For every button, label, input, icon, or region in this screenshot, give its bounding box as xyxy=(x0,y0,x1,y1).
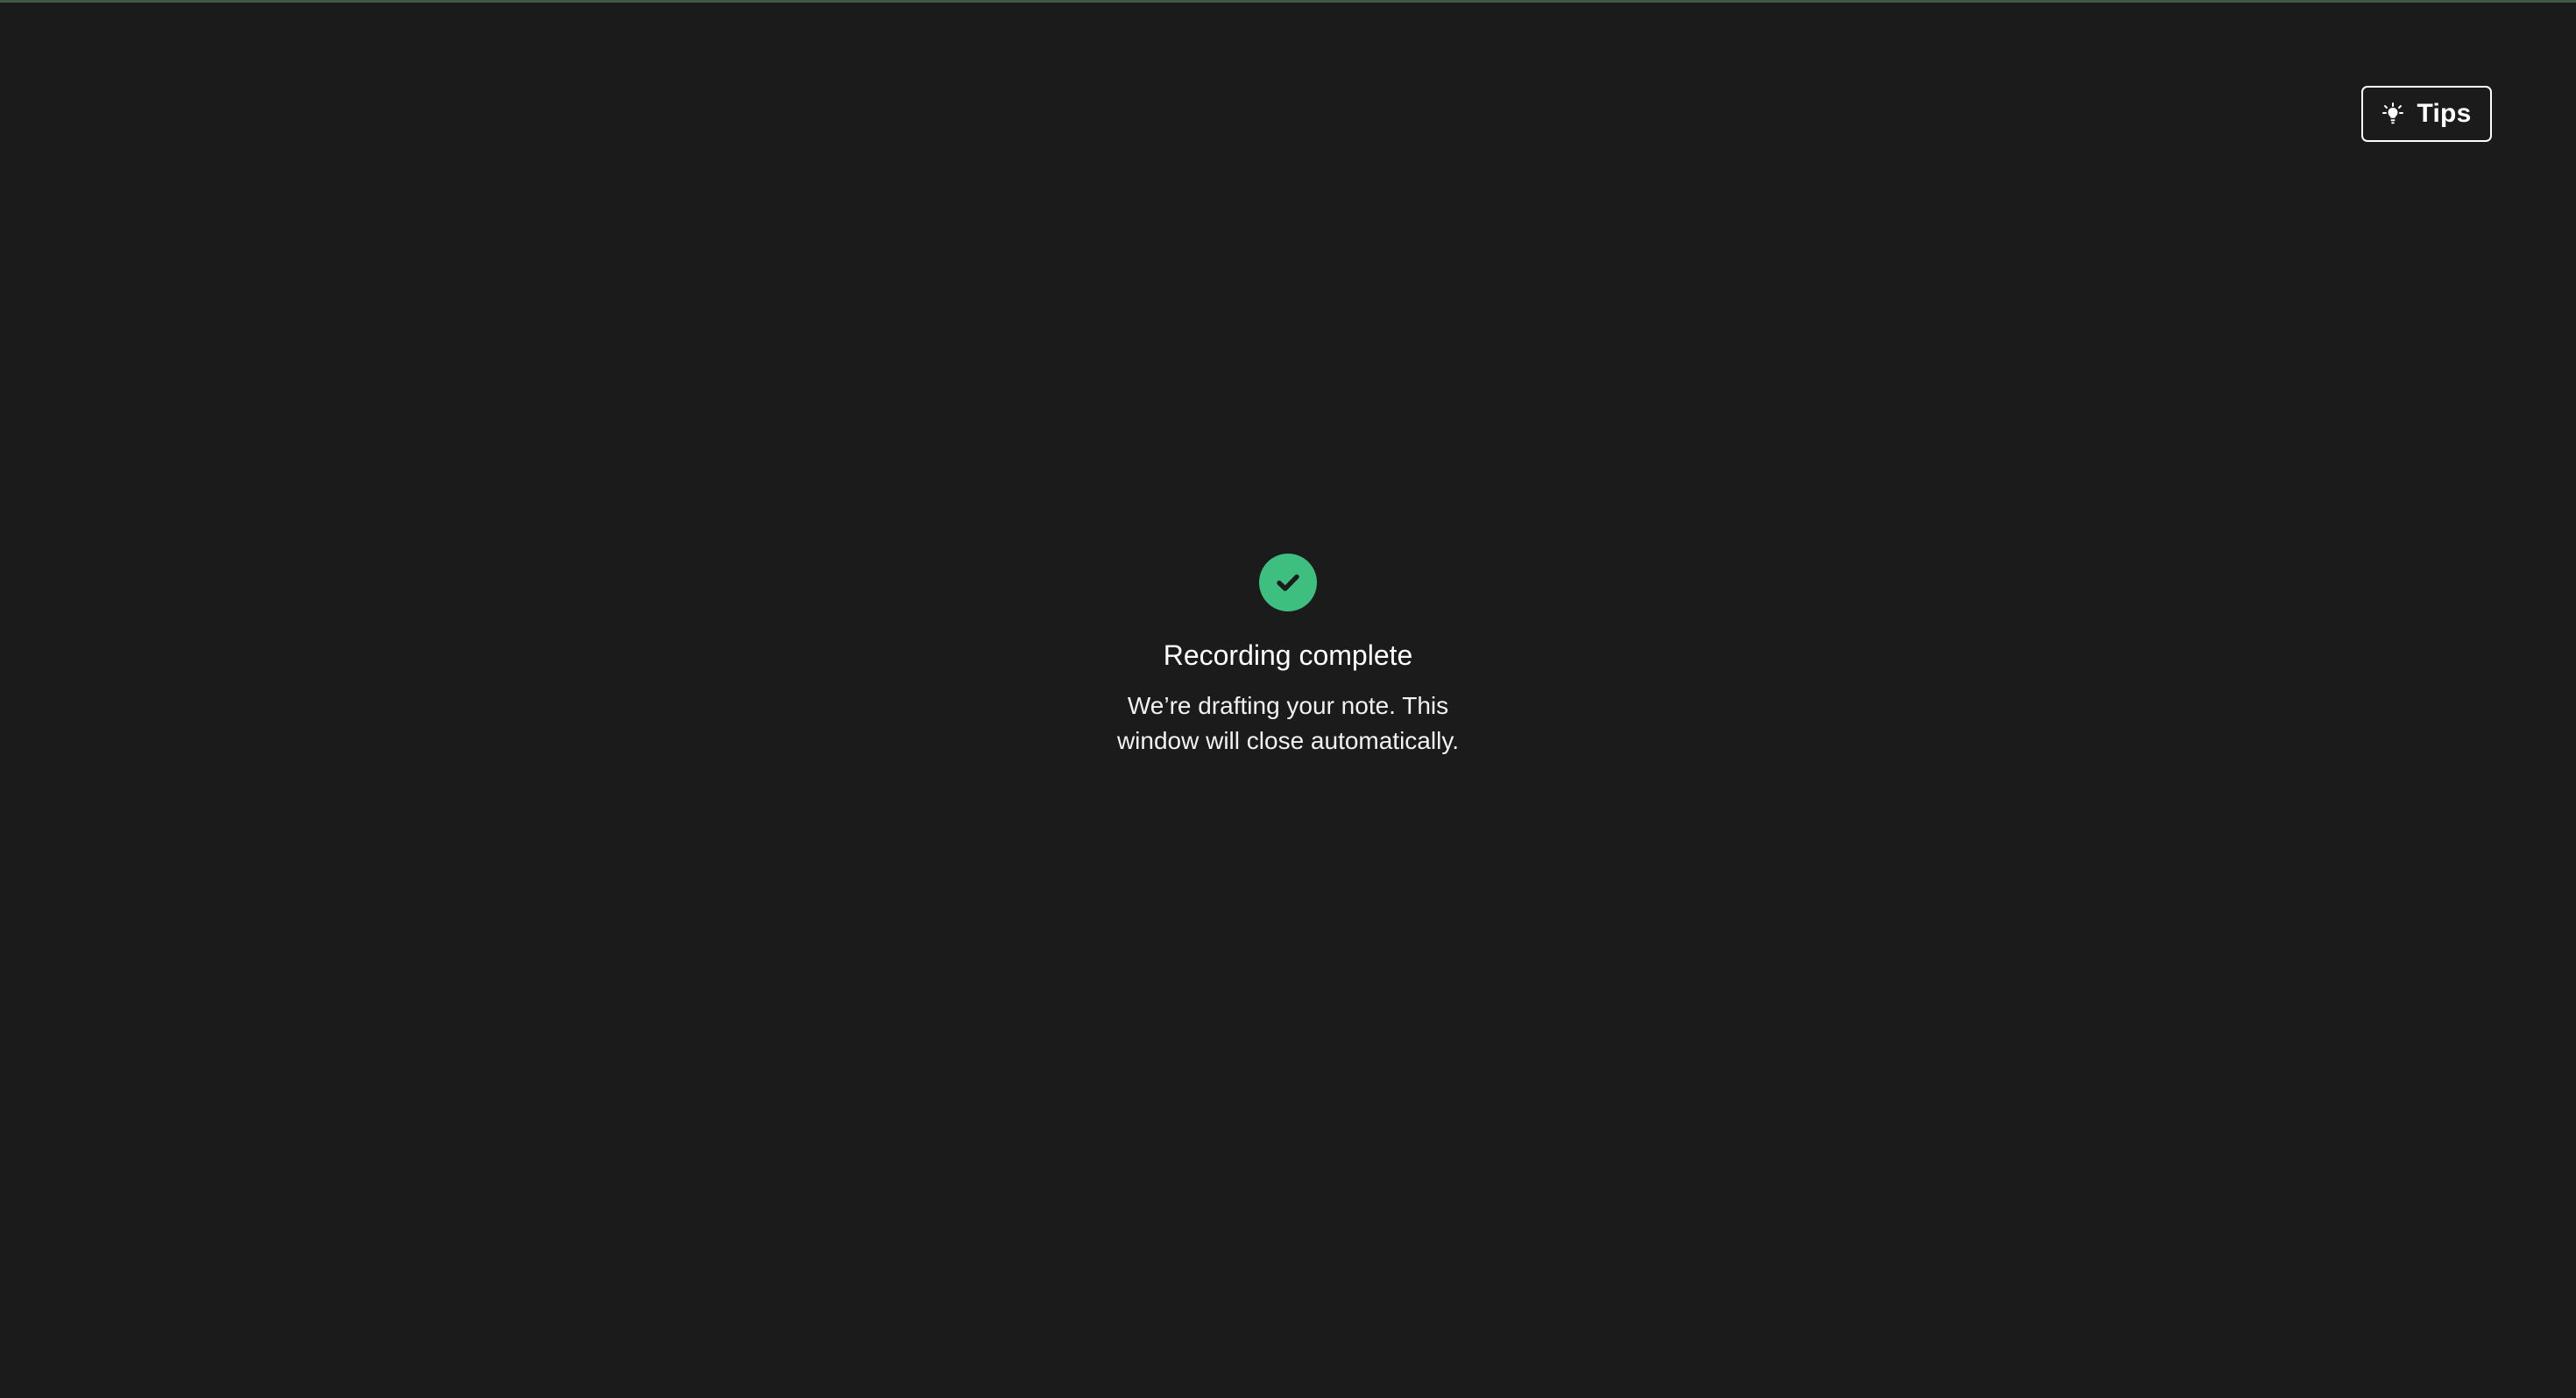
status-panel: Recording complete We’re drafting your n… xyxy=(0,554,2576,759)
tips-label: Tips xyxy=(2417,99,2472,128)
check-circle-icon xyxy=(1259,554,1317,611)
lightbulb-icon xyxy=(2381,102,2403,124)
status-message: We’re drafting your note. This window wi… xyxy=(1116,692,1460,754)
status-title: Recording complete xyxy=(1163,639,1413,671)
tips-button[interactable]: Tips xyxy=(2361,86,2492,142)
top-accent-line xyxy=(0,0,2576,3)
recording-complete-window: Tips Recording complete We’re drafting y… xyxy=(0,0,2576,1398)
checkmark-icon xyxy=(1277,574,1299,591)
